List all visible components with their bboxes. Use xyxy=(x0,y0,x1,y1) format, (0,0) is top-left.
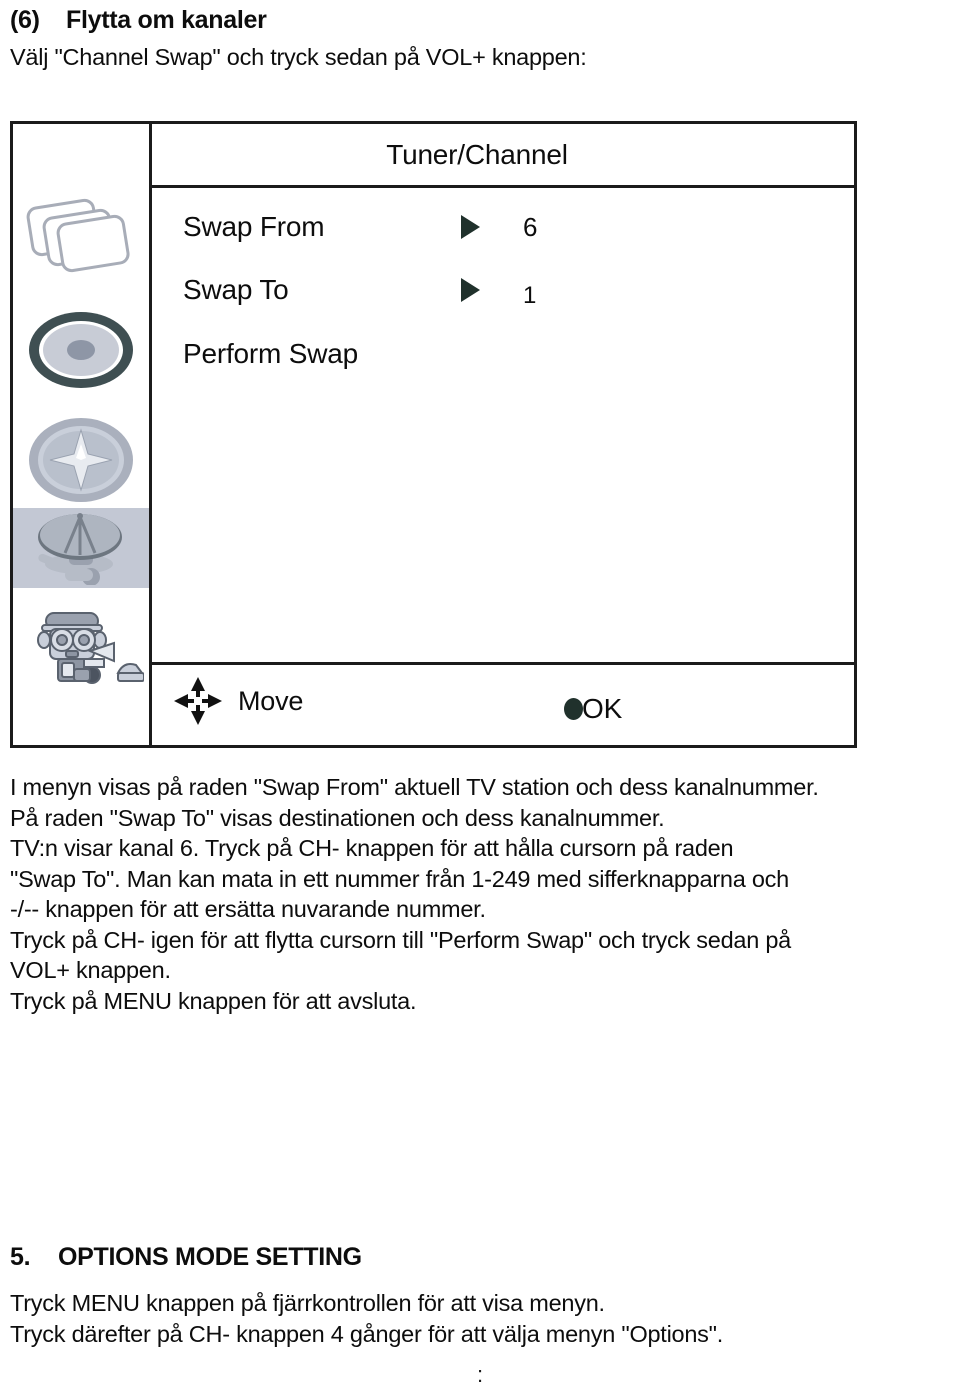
body-line: I menyn visas på raden "Swap From" aktue… xyxy=(10,774,819,800)
osd-sidebar xyxy=(13,124,152,745)
sidebar-item-disc[interactable] xyxy=(13,304,149,396)
move-label: Move xyxy=(238,685,304,716)
sidebar-item-satellite-dish[interactable] xyxy=(13,508,149,588)
osd-footer: Move OK xyxy=(152,662,854,745)
sidebar-item-screens[interactable] xyxy=(13,184,149,292)
section-6-heading: (6) Flytta om kanaler xyxy=(10,6,267,35)
section-5-number: 5. xyxy=(10,1243,31,1271)
body-line: Tryck på MENU knappen för att avsluta. xyxy=(10,987,417,1014)
move-hint: Move xyxy=(172,675,303,727)
section-5-title: OPTIONS MODE SETTING xyxy=(58,1243,362,1271)
osd-row-label: Swap To xyxy=(183,274,289,305)
section-6-intro: Välj "Channel Swap" och tryck sedan på V… xyxy=(10,44,587,70)
sidebar-item-installer[interactable] xyxy=(13,602,149,692)
four-way-arrows-icon xyxy=(174,677,222,725)
osd-row-swap-to[interactable]: Swap To 1 xyxy=(152,269,854,311)
body-paragraph-2: Tryck MENU knappen på fjärrkontrollen fö… xyxy=(10,1288,723,1349)
osd-row-label: Perform Swap xyxy=(183,338,358,369)
osd-row-swap-from[interactable]: Swap From 6 xyxy=(152,206,854,248)
compass-icon xyxy=(29,418,133,502)
play-triangle-icon xyxy=(461,215,480,239)
section-6-title: Flytta om kanaler xyxy=(66,6,267,34)
body-line: "Swap To". Man kan mata in ett nummer fr… xyxy=(10,865,789,892)
body-line: VOL+ knappen. xyxy=(10,957,171,983)
osd-row-value: 1 xyxy=(523,282,537,309)
tv-osd-menu: Tuner/Channel Swap From 6 Swap To 1 Perf… xyxy=(10,121,857,748)
satellite-dish-icon xyxy=(38,513,122,585)
body-line: Tryck MENU knappen på fjärrkontrollen fö… xyxy=(10,1290,605,1316)
round-dot-icon xyxy=(564,698,583,720)
osd-title: Tuner/Channel xyxy=(386,138,568,170)
play-triangle-icon xyxy=(461,278,480,302)
body-paragraph-1: I menyn visas på raden "Swap From" aktue… xyxy=(10,772,819,1016)
body-line: -/-- knappen för att ersätta nuvarande n… xyxy=(10,896,486,922)
ok-hint: OK xyxy=(564,693,622,725)
stacked-screens-icon xyxy=(26,198,130,273)
sidebar-item-compass[interactable] xyxy=(13,409,149,511)
disc-icon xyxy=(29,312,133,388)
osd-item-list: Swap From 6 Swap To 1 Perform Swap xyxy=(152,188,854,662)
osd-row-perform-swap[interactable]: Perform Swap xyxy=(152,333,854,375)
body-line: Tryck därefter på CH- knappen 4 gånger f… xyxy=(10,1320,724,1347)
section-6-number: (6) xyxy=(10,6,40,34)
body-line: TV:n visar kanal 6. Tryck på CH- knappen… xyxy=(10,835,734,861)
ok-label: OK xyxy=(582,693,623,724)
page-artifact: : xyxy=(476,1362,484,1387)
installer-person-icon xyxy=(37,612,144,684)
body-line: Tryck på CH- igen för att flytta cursorn… xyxy=(10,926,791,953)
osd-title-bar: Tuner/Channel xyxy=(152,124,854,188)
osd-row-label: Swap From xyxy=(183,211,325,242)
osd-row-value: 6 xyxy=(523,211,538,242)
osd-main-panel: Tuner/Channel Swap From 6 Swap To 1 Perf… xyxy=(152,124,854,745)
section-5-heading: 5. OPTIONS MODE SETTING xyxy=(10,1243,362,1272)
body-line: På raden "Swap To" visas destinationen o… xyxy=(10,804,665,831)
